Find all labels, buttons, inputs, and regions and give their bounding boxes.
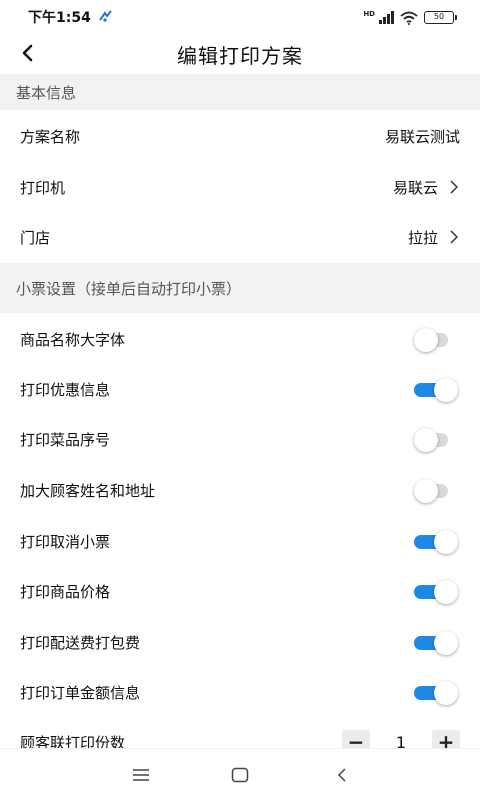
chevron-right-icon bbox=[446, 230, 460, 244]
row-toggle: 打印取消小票 bbox=[0, 516, 480, 566]
nav-bar: 编辑打印方案 bbox=[0, 34, 480, 74]
row-toggle: 打印商品价格 bbox=[0, 566, 480, 616]
row-label: 打印取消小票 bbox=[20, 532, 111, 551]
row-toggle: 打印配送费打包费 bbox=[0, 617, 480, 667]
toggle-switch[interactable] bbox=[414, 630, 458, 655]
row-toggle: 打印优惠信息 bbox=[0, 364, 480, 414]
status-bar: 下午1:54 HD 50 bbox=[0, 0, 480, 34]
menu-icon bbox=[133, 769, 149, 781]
hd-indicator: HD bbox=[363, 10, 375, 18]
section-header-basic: 基本信息 bbox=[0, 74, 480, 110]
row-label: 打印菜品序号 bbox=[20, 430, 111, 449]
notification-app-icon bbox=[99, 9, 113, 25]
system-nav-bar bbox=[0, 748, 480, 800]
row-label: 打印订单金额信息 bbox=[20, 683, 141, 702]
chevron-left-icon bbox=[337, 768, 346, 782]
row-toggle: 加大顾客姓名和地址 bbox=[0, 465, 480, 515]
row-label: 打印优惠信息 bbox=[20, 380, 111, 399]
chevron-right-icon bbox=[446, 180, 460, 194]
menu-button[interactable] bbox=[129, 763, 153, 787]
row-store[interactable]: 门店 拉拉 bbox=[0, 212, 480, 262]
toggle-switch[interactable] bbox=[414, 327, 458, 352]
row-printer[interactable]: 打印机 易联云 bbox=[0, 162, 480, 212]
row-toggle: 商品名称大字体 bbox=[0, 314, 480, 364]
toggle-switch[interactable] bbox=[414, 377, 458, 402]
toggle-switch[interactable] bbox=[414, 478, 458, 503]
row-label: 门店 bbox=[20, 228, 51, 247]
row-value: 易联云测试 bbox=[384, 127, 460, 146]
row-copies: 顾客联打印份数 − 1 + bbox=[0, 718, 480, 754]
row-label: 打印商品价格 bbox=[20, 582, 111, 601]
row-toggle: 打印订单金额信息 bbox=[0, 667, 480, 717]
row-plan-name[interactable]: 方案名称 易联云测试 bbox=[0, 111, 480, 161]
row-label: 方案名称 bbox=[20, 127, 81, 146]
toggle-switch[interactable] bbox=[414, 680, 458, 705]
row-label: 打印配送费打包费 bbox=[20, 633, 141, 652]
status-time: 下午1:54 bbox=[28, 10, 91, 26]
home-button[interactable] bbox=[228, 763, 252, 787]
square-icon bbox=[231, 767, 249, 783]
page-title: 编辑打印方案 bbox=[177, 44, 303, 68]
row-value: 拉拉 bbox=[408, 227, 460, 248]
row-label: 商品名称大字体 bbox=[20, 330, 126, 349]
battery-icon: 50 bbox=[424, 10, 457, 24]
wifi-icon bbox=[400, 10, 418, 25]
toggle-switch[interactable] bbox=[414, 427, 458, 452]
toggle-switch[interactable] bbox=[414, 579, 458, 604]
row-label: 加大顾客姓名和地址 bbox=[20, 481, 156, 500]
row-label: 打印机 bbox=[20, 178, 66, 197]
toggle-switch[interactable] bbox=[414, 529, 458, 554]
section-header-receipt: 小票设置（接单后自动打印小票） bbox=[0, 263, 480, 313]
system-back-button[interactable] bbox=[330, 763, 354, 787]
row-toggle: 打印菜品序号 bbox=[0, 414, 480, 464]
signal-icon bbox=[379, 10, 394, 24]
row-value: 易联云 bbox=[393, 177, 460, 198]
